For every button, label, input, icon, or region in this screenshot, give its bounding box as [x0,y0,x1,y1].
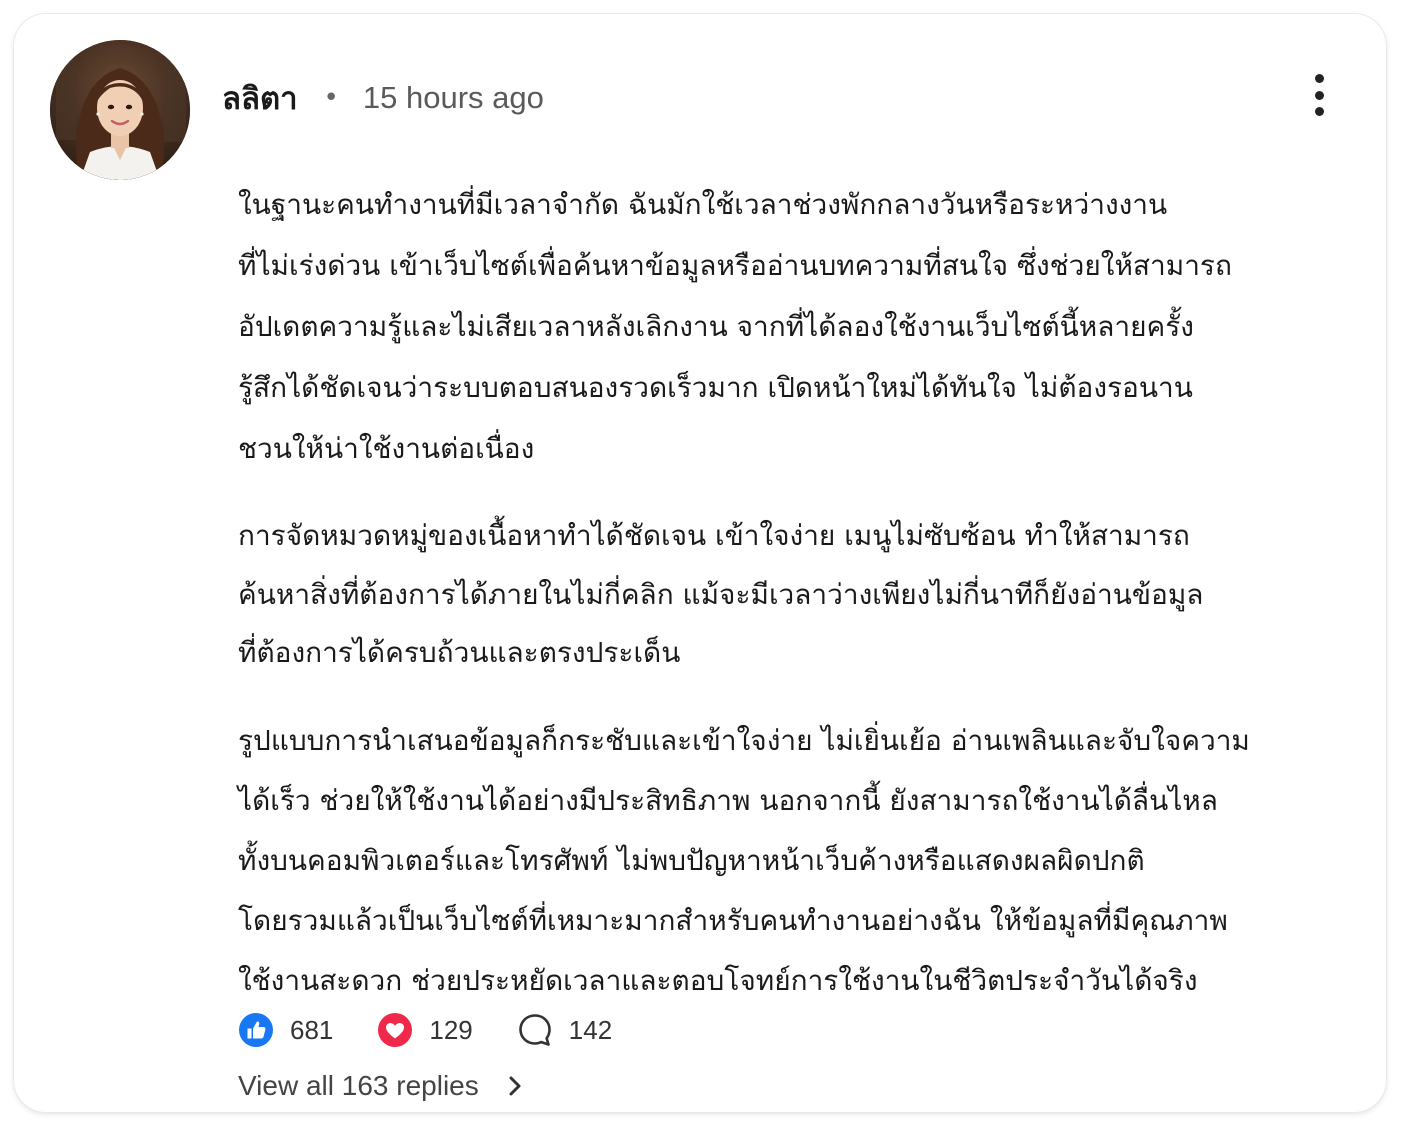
more-vertical-icon-dot [1314,74,1324,83]
comment-line: ในฐานะคนทำงานที่มีเวลาจำกัด ฉันมักใช้เวล… [238,188,1168,221]
comment-line: อัปเดตความรู้และไม่เสียเวลาหลังเลิกงาน จ… [238,310,1194,343]
comment-line: รู้สึกได้ชัดเจนว่าระบบตอบสนองรวดเร็วมาก … [238,371,1193,404]
more-options-button[interactable] [1298,70,1340,120]
like-count: 681 [290,1014,334,1045]
separator-dot: • [323,83,339,113]
comment-line: รูปแบบการนำเสนอข้อมูลก็กระชับและเข้าใจง่… [238,723,1250,757]
love-count: 129 [429,1014,473,1045]
comment-line: ใช้งานสะดวก ช่วยประหยัดเวลาและตอบโจทย์กา… [238,963,1198,997]
comment-line: ทั้งบนคอมพิวเตอร์และโทรศัพท์ ไม่พบปัญหาห… [238,843,1145,877]
chevron-right-icon [509,1076,521,1096]
comment-line: ที่ต้องการได้ครบถ้วนและตรงประเด็น [238,636,681,669]
comment-paragraph: การจัดหมวดหมู่ของเนื้อหาทำได้ชัดเจน เข้า… [238,507,1318,683]
comment-count: 142 [568,1014,613,1045]
view-replies-link[interactable]: View all 163 replies [238,1066,527,1106]
avatar[interactable] [50,40,190,180]
thumbs-up-icon [239,1013,273,1047]
comment-line: ได้เร็ว ช่วยให้ใช้งานได้อย่างมีประสิทธิภ… [238,783,1218,817]
comment-line: ค้นหาสิ่งที่ต้องการได้ภายในไม่กี่คลิก แม… [238,577,1204,611]
profile-photo-woman-icon [50,40,190,180]
username[interactable]: ลลิตา [222,73,298,123]
comment-line: การจัดหมวดหมู่ของเนื้อหาทำได้ชัดเจน เข้า… [238,519,1190,552]
comment-body: ในฐานะคนทำงานที่มีเวลาจำกัด ฉันมักใช้เวล… [238,174,1318,1011]
timestamp[interactable]: 15 hours ago [363,80,544,116]
comment-line: ชวนให้น่าใช้งานต่อเนื่อง [238,432,535,465]
comment-card: ลลิตา • 15 hours ago ในฐานะคนทำงานที่มีเ… [14,14,1386,1112]
heart-icon [378,1013,413,1047]
more-vertical-icon-dot [1314,107,1324,116]
comment-line: โดยรวมแล้วเป็นเว็บไซต์ที่เหมาะมากสำหรับค… [238,903,1228,937]
comment-reaction[interactable]: 142 [517,1012,612,1048]
love-reaction[interactable]: 129 [377,1012,473,1048]
comment-paragraph: ในฐานะคนทำงานที่มีเวลาจำกัด ฉันมักใช้เวล… [238,174,1318,479]
more-vertical-icon-dot [1314,90,1324,100]
comment-header: ลลิตา • 15 hours ago [222,70,544,126]
comment-paragraph: รูปแบบการนำเสนอข้อมูลก็กระชับและเข้าใจง่… [238,711,1318,1011]
reaction-bar: 681 129 142 [238,1010,656,1050]
like-reaction[interactable]: 681 [238,1012,333,1048]
comment-bubble-icon [518,1014,551,1046]
comment-line: ที่ไม่เร่งด่วน เข้าเว็บไซต์เพื่อค้นหาข้อ… [238,249,1232,282]
view-replies-label: View all 163 replies [238,1070,479,1101]
